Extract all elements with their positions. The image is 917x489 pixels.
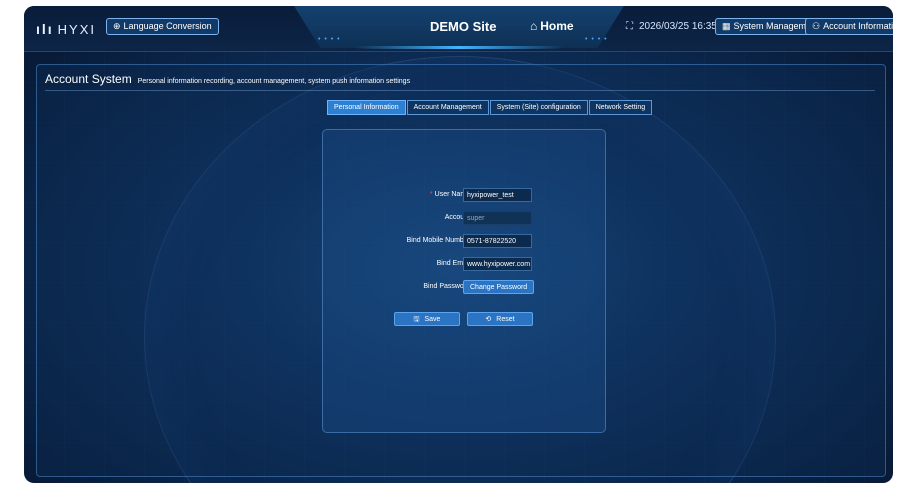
home-link[interactable]: ⌂ Home bbox=[530, 19, 574, 33]
language-conversion-label: Language Conversion bbox=[123, 21, 212, 31]
personal-info-form: * User Name: hyxipower_test Account: supe… bbox=[322, 129, 606, 433]
tab-bar: Personal Information Account Management … bbox=[327, 100, 653, 115]
account-row: Account: super bbox=[323, 211, 607, 225]
change-password-button[interactable]: Change Password bbox=[463, 280, 535, 294]
tab-system-configuration[interactable]: System (Site) configuration bbox=[489, 100, 588, 115]
mobile-field[interactable]: 0571-87822520 bbox=[463, 234, 532, 248]
tab-network-setting[interactable]: Network Setting bbox=[588, 100, 653, 115]
reset-icon: ⟲ bbox=[485, 315, 492, 323]
account-field: super bbox=[463, 211, 532, 225]
user-name-field[interactable]: hyxipower_test bbox=[463, 188, 532, 202]
tab-account-management[interactable]: Account Management bbox=[406, 100, 489, 115]
grid-icon: ▦ bbox=[722, 21, 731, 31]
decor-dots: • • • • bbox=[318, 36, 341, 43]
logo-text: HYXI bbox=[57, 21, 97, 37]
required-mark: * bbox=[429, 191, 433, 198]
account-system-panel: Account System Personal information reco… bbox=[36, 64, 886, 477]
reset-button[interactable]: ⟲ Reset bbox=[467, 312, 533, 326]
panel-header: Account System Personal information reco… bbox=[45, 72, 410, 86]
account-information-button[interactable]: ⚇ Account Information bbox=[805, 18, 893, 35]
panel-subtitle: Personal information recording, account … bbox=[137, 78, 411, 85]
panel-title: Account System bbox=[45, 72, 132, 86]
logo-icon: ılı bbox=[36, 21, 54, 37]
site-title: DEMO Site bbox=[430, 19, 497, 34]
user-name-row: * User Name: hyxipower_test bbox=[323, 188, 607, 202]
brand-logo: ılı HYXI bbox=[36, 21, 96, 37]
password-row: Bind Password: Change Password bbox=[323, 280, 607, 294]
home-icon: ⌂ bbox=[530, 19, 538, 33]
panel-divider bbox=[45, 90, 875, 91]
account-information-label: Account Information bbox=[823, 21, 893, 31]
fullscreen-icon[interactable]: ⛶ bbox=[626, 21, 633, 32]
user-icon: ⚇ bbox=[812, 21, 821, 31]
home-label: Home bbox=[540, 19, 574, 33]
email-row: Bind Email: www.hyxipower.com bbox=[323, 257, 607, 271]
app-screen: • • • • • • • • ılı HYXI ⊕ Language Conv… bbox=[24, 6, 893, 483]
top-header: • • • • • • • • ılı HYXI ⊕ Language Conv… bbox=[24, 6, 893, 52]
save-label: Save bbox=[424, 315, 441, 323]
save-icon: 🖫 bbox=[413, 315, 420, 323]
save-button[interactable]: 🖫 Save bbox=[394, 312, 460, 326]
header-glow-line bbox=[354, 46, 564, 49]
globe-icon: ⊕ bbox=[113, 21, 121, 31]
mobile-row: Bind Mobile Number: 0571-87822520 bbox=[323, 234, 607, 248]
tab-personal-information[interactable]: Personal Information bbox=[327, 100, 406, 115]
language-conversion-button[interactable]: ⊕ Language Conversion bbox=[106, 18, 219, 35]
email-field[interactable]: www.hyxipower.com bbox=[463, 257, 532, 271]
reset-label: Reset bbox=[496, 315, 515, 323]
datetime-display: ⛶ 2026/03/25 16:35 bbox=[626, 21, 717, 32]
decor-dots: • • • • bbox=[585, 36, 608, 43]
datetime-text: 2026/03/25 16:35 bbox=[639, 21, 717, 32]
